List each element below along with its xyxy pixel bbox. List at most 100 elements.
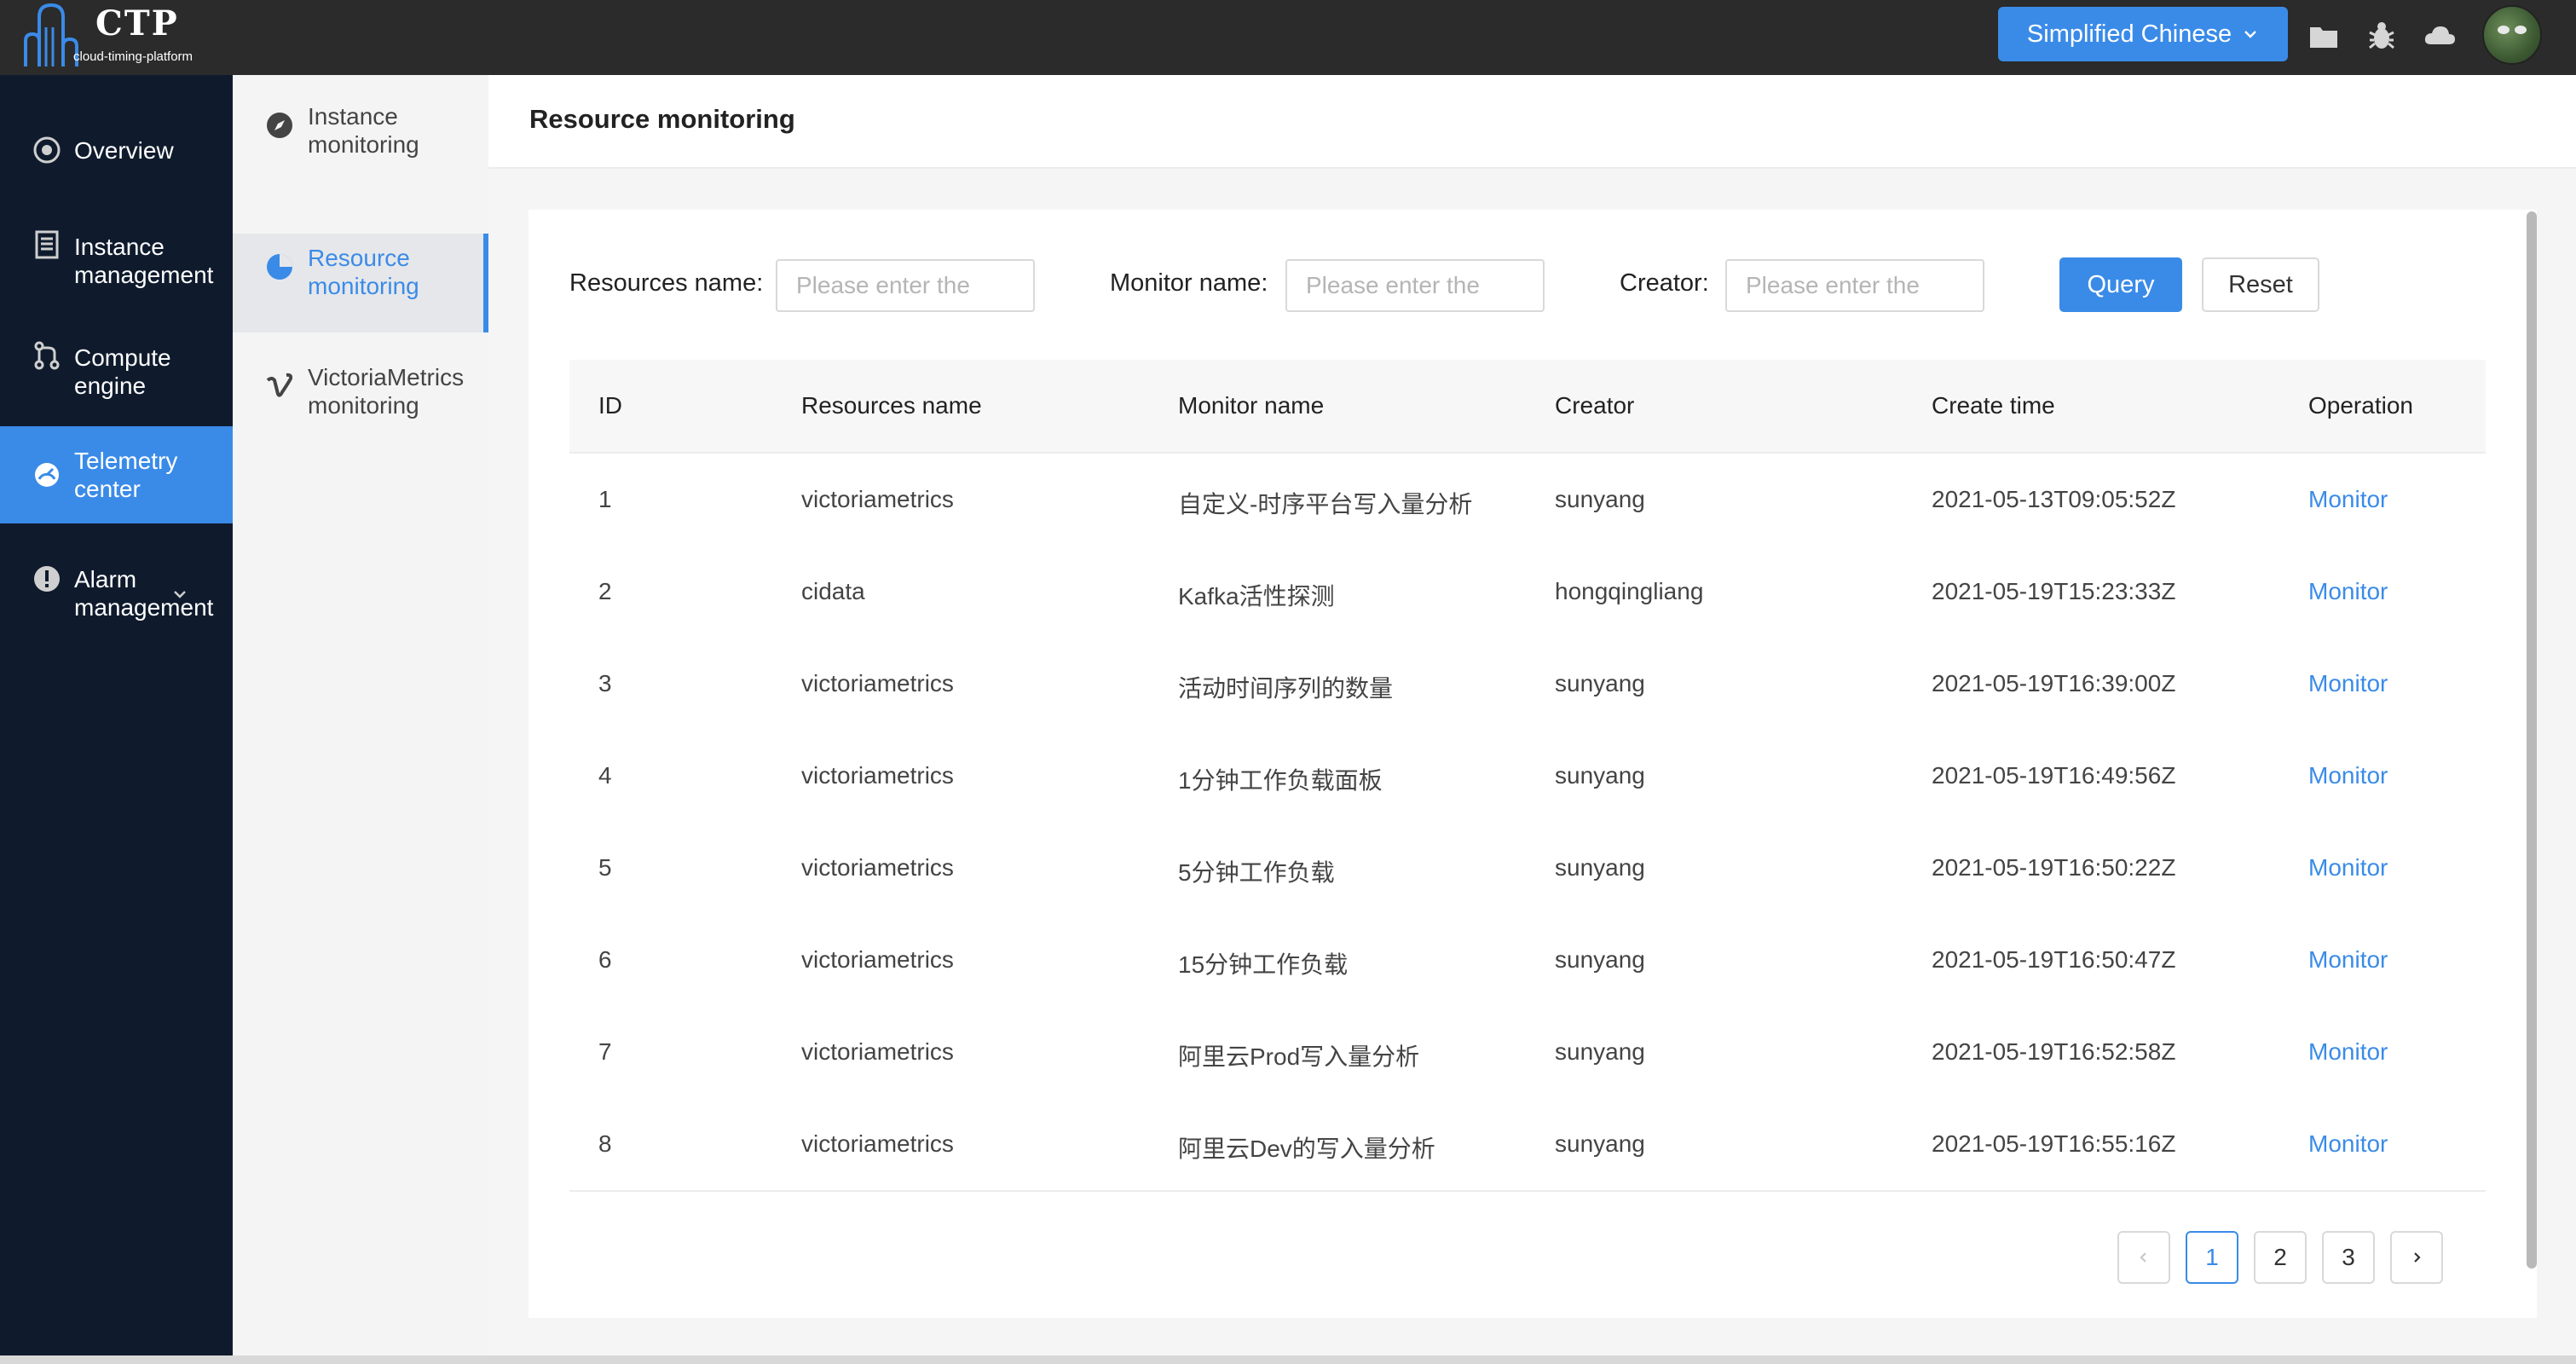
cell-id: 6 [598, 946, 612, 973]
sidebar-item-label: Overview [74, 136, 174, 164]
cell-monitor-name: Kafka活性探测 [1178, 583, 1335, 610]
monitor-link[interactable]: Monitor [2308, 762, 2388, 789]
cell-monitor-name: 阿里云Dev的写入量分析 [1178, 1136, 1435, 1162]
monitor-link[interactable]: Monitor [2308, 1038, 2388, 1066]
creator-input[interactable] [1725, 259, 1984, 312]
resources-name-input[interactable] [776, 259, 1035, 312]
page-header: Resource monitoring [488, 75, 2576, 169]
cell-create-time: 2021-05-13T09:05:52Z [1932, 486, 2176, 512]
sidebar-item-alarm-management[interactable]: Alarm management [0, 546, 233, 641]
cell-id: 7 [598, 1038, 612, 1065]
submenu-item-resource-monitoring[interactable]: Resource monitoring [233, 234, 488, 332]
table-row: 5 victoriametrics 5分钟工作负载 sunyang 2021-0… [569, 822, 2486, 916]
cell-monitor-name: 15分钟工作负载 [1178, 951, 1349, 978]
cell-monitor-name: 5分钟工作负载 [1178, 859, 1335, 886]
table-row: 6 victoriametrics 15分钟工作负载 sunyang 2021-… [569, 914, 2486, 1008]
language-select-button[interactable]: Simplified Chinese [1998, 7, 2288, 61]
submenu-item-instance-monitoring[interactable]: Instance monitoring [233, 92, 488, 198]
chevron-down-icon[interactable] [170, 585, 189, 604]
cell-creator: sunyang [1555, 762, 1645, 789]
cell-id: 4 [598, 762, 612, 789]
sidebar-item-instance-management[interactable]: Instance management [0, 213, 233, 309]
cell-create-time: 2021-05-19T16:55:16Z [1932, 1130, 2176, 1157]
cell-create-time: 2021-05-19T15:23:33Z [1932, 578, 2176, 604]
sidebar-item-label: Telemetry center [74, 448, 178, 502]
alert-icon [34, 566, 60, 592]
vimeo-icon [266, 373, 293, 397]
main-sidebar: Overview Instance management Compute eng… [0, 75, 233, 1364]
language-label: Simplified Chinese [2026, 20, 2232, 48]
folder-icon[interactable] [2307, 19, 2341, 53]
table-row: 3 victoriametrics 活动时间序列的数量 sunyang 2021… [569, 638, 2486, 731]
vertical-scrollbar[interactable] [2527, 211, 2537, 1269]
cell-creator: sunyang [1555, 1038, 1645, 1065]
cell-create-time: 2021-05-19T16:49:56Z [1932, 762, 2176, 789]
chevron-right-icon [2414, 1252, 2421, 1263]
pagination-page-3[interactable]: 3 [2322, 1231, 2375, 1284]
cell-create-time: 2021-05-19T16:52:58Z [1932, 1038, 2176, 1065]
reset-button[interactable]: Reset [2202, 257, 2319, 312]
cell-monitor-name: 1分钟工作负载面板 [1178, 767, 1383, 794]
sidebar-item-label: Instance management [74, 234, 214, 288]
bug-icon[interactable] [2365, 19, 2399, 53]
sidebar-item-telemetry-center[interactable]: Telemetry center [0, 426, 233, 523]
table-row: 4 victoriametrics 1分钟工作负载面板 sunyang 2021… [569, 730, 2486, 824]
table-row: 2 cidata Kafka活性探测 hongqingliang 2021-05… [569, 546, 2486, 639]
monitor-name-label: Monitor name: [1110, 269, 1268, 297]
monitor-link[interactable]: Monitor [2308, 578, 2388, 605]
sidebar-item-compute-engine[interactable]: Compute engine [0, 324, 233, 419]
monitor-link[interactable]: Monitor [2308, 486, 2388, 513]
cell-creator: sunyang [1555, 946, 1645, 973]
cell-creator: sunyang [1555, 1130, 1645, 1157]
cell-monitor-name: 活动时间序列的数量 [1178, 675, 1394, 702]
logo-title: CTP [95, 3, 179, 43]
cell-resources-name: victoriametrics [801, 854, 954, 881]
pagination-page-1[interactable]: 1 [2186, 1231, 2238, 1284]
submenu-item-victoriametrics-monitoring[interactable]: VictoriaMetrics monitoring [233, 353, 488, 459]
monitor-link[interactable]: Monitor [2308, 946, 2388, 974]
cell-resources-name: victoriametrics [801, 670, 954, 696]
monitor-name-input[interactable] [1285, 259, 1545, 312]
cell-resources-name: victoriametrics [801, 486, 954, 512]
submenu-item-label: Resource monitoring [308, 245, 419, 299]
pagination-prev-button[interactable] [2117, 1231, 2170, 1284]
column-header-id: ID [598, 392, 622, 419]
monitor-link[interactable]: Monitor [2308, 670, 2388, 697]
cell-id: 8 [598, 1130, 612, 1157]
submenu-item-label: VictoriaMetrics monitoring [308, 364, 465, 419]
cell-resources-name: victoriametrics [801, 762, 954, 789]
cloud-icon[interactable] [2423, 19, 2457, 53]
table-header: ID Resources name Monitor name Creator C… [569, 360, 2486, 454]
sidebar-item-label: Compute engine [74, 344, 171, 399]
cell-create-time: 2021-05-19T16:39:00Z [1932, 670, 2176, 696]
table-row: 7 victoriametrics 阿里云Prod写入量分析 sunyang 2… [569, 1006, 2486, 1100]
cell-resources-name: victoriametrics [801, 1130, 954, 1157]
compass-icon [267, 113, 292, 138]
overview-icon [33, 136, 61, 164]
cell-id: 1 [598, 486, 612, 512]
branch-icon [34, 341, 60, 370]
document-icon [35, 230, 59, 259]
monitor-link[interactable]: Monitor [2308, 1130, 2388, 1158]
chevron-down-icon [2244, 31, 2256, 38]
user-avatar[interactable] [2482, 5, 2542, 65]
creator-label: Creator: [1620, 269, 1709, 297]
cell-resources-name: victoriametrics [801, 946, 954, 973]
pagination-page-2[interactable]: 2 [2254, 1231, 2307, 1284]
cell-creator: hongqingliang [1555, 578, 1704, 604]
monitor-link[interactable]: Monitor [2308, 854, 2388, 881]
submenu-item-label: Instance monitoring [308, 103, 419, 158]
pagination-next-button[interactable] [2390, 1231, 2443, 1284]
cell-creator: sunyang [1555, 670, 1645, 696]
cell-creator: sunyang [1555, 486, 1645, 512]
cell-creator: sunyang [1555, 854, 1645, 881]
window-bottom-edge [0, 1355, 2576, 1364]
table-row: 1 victoriametrics 自定义-时序平台写入量分析 sunyang … [569, 454, 2486, 547]
column-header-operation: Operation [2308, 392, 2413, 419]
query-button[interactable]: Query [2059, 257, 2182, 312]
column-header-creator: Creator [1555, 392, 1635, 419]
page-title: Resource monitoring [529, 104, 795, 134]
sidebar-item-label: Alarm management [74, 566, 214, 621]
cell-resources-name: victoriametrics [801, 1038, 954, 1065]
sidebar-item-overview[interactable]: Overview [0, 102, 233, 198]
